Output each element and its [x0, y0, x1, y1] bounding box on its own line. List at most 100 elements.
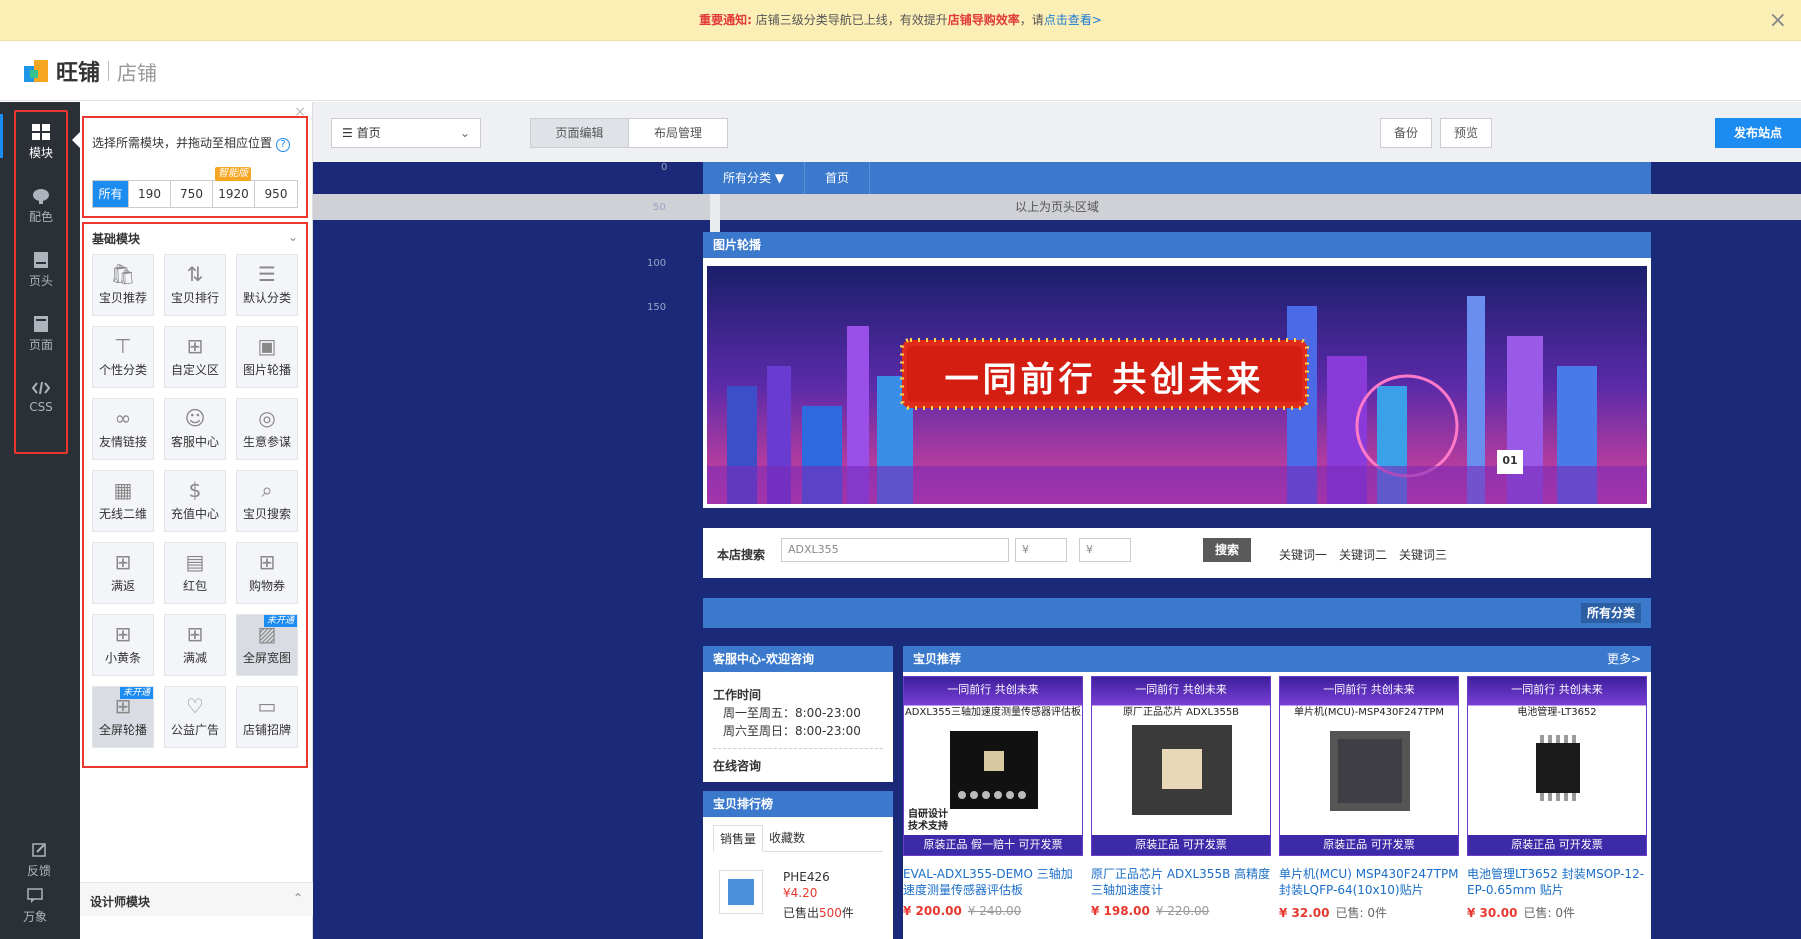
module-panel: × 选择所需模块，并拖动至相应位置? 所有 190 750 智能版 1920 95…: [72, 102, 313, 939]
search-button[interactable]: 搜索: [1203, 538, 1251, 562]
grid-icon: [32, 124, 50, 140]
search-label: 本店搜索: [717, 548, 766, 562]
banner-image: 一同前行 共创未来 01: [707, 266, 1647, 504]
module-item[interactable]: ⊤ 个性分类: [92, 326, 154, 388]
nav-home[interactable]: 首页: [805, 162, 871, 194]
section-title: 基础模块: [92, 232, 141, 246]
module-title: 宝贝推荐 更多>: [903, 646, 1651, 672]
carousel-module[interactable]: 图片轮播 一同前行 共创未来 01: [703, 232, 1651, 508]
filter-all[interactable]: 所有: [93, 181, 129, 207]
filter-1920[interactable]: 智能版 1920: [213, 167, 255, 207]
module-title: 图片轮播: [703, 232, 1651, 258]
app-header: 旺铺 店铺: [0, 41, 1801, 101]
rail-item-feedback[interactable]: 反馈: [12, 842, 66, 879]
carousel-index[interactable]: 01: [1497, 454, 1523, 467]
module-item[interactable]: ♡ 公益广告: [164, 686, 226, 748]
category-icon: ☰: [258, 262, 276, 286]
product-image[interactable]: 一同前行 共创未来 ADXL355三轴加速度测量传感器评估板 自研设计 技术支持…: [903, 676, 1083, 856]
page-select[interactable]: ☰ 首页 ⌄: [331, 118, 481, 148]
product-image[interactable]: 一同前行 共创未来 电池管理-LT3652 原装正品 可开发票: [1467, 676, 1647, 856]
module-item[interactable]: ☺ 客服中心: [164, 398, 226, 460]
product-name[interactable]: 原厂正品芯片 ADXL355B 高精度三轴加速度计: [1091, 866, 1271, 898]
backup-button[interactable]: 备份: [1380, 118, 1432, 148]
filter-950[interactable]: 950: [255, 181, 297, 207]
rank-item[interactable]: PHE426 ¥4.20 已售出500件: [703, 866, 893, 926]
page-header-area: 以上为页头区域: [313, 194, 1801, 220]
module-title: 宝贝排行榜: [703, 791, 893, 817]
keyword-link[interactable]: 关键词三: [1399, 546, 1447, 563]
rail-item-label: 万象: [22, 910, 47, 924]
product-name[interactable]: 电池管理LT3652 封装MSOP-12-EP-0.65mm 贴片: [1467, 866, 1647, 898]
price-max-input[interactable]: ¥: [1079, 538, 1131, 562]
online-consult[interactable]: 在线咨询: [713, 757, 883, 775]
price-min-input[interactable]: ¥: [1015, 538, 1067, 562]
product-image[interactable]: 一同前行 共创未来 原厂正品芯片 ADXL355B 原装正品 可开发票: [1091, 676, 1271, 856]
rail-item-wanxiang[interactable]: 万象: [8, 888, 62, 925]
product-card[interactable]: 一同前行 共创未来 单片机(MCU)-MSP430F247TPM 原装正品 可开…: [1279, 676, 1459, 921]
module-item[interactable]: ▦ 无线二维: [92, 470, 154, 532]
brand-sub: 店铺: [117, 60, 158, 85]
chevron-down-icon[interactable]: ⌄: [288, 230, 298, 244]
tab-page-edit[interactable]: 页面编辑: [531, 119, 629, 147]
module-item[interactable]: ▭ 店铺招牌: [236, 686, 298, 748]
publish-button[interactable]: 发布站点: [1715, 118, 1801, 148]
module-item[interactable]: 未开通 ▨ 全屏宽图: [236, 614, 298, 676]
product-card[interactable]: 一同前行 共创未来 原厂正品芯片 ADXL355B 原装正品 可开发票 原厂正品…: [1091, 676, 1271, 921]
ruler-label: 100: [647, 258, 667, 269]
module-item[interactable]: ⌕ 宝贝搜索: [236, 470, 298, 532]
help-icon[interactable]: ?: [276, 138, 291, 152]
module-item[interactable]: 🛍 宝贝推荐: [92, 254, 154, 316]
module-item[interactable]: ∞ 友情链接: [92, 398, 154, 460]
rank-module[interactable]: 宝贝排行榜 销售量 收藏数 PHE426 ¥4.20 已售出500件: [703, 791, 893, 939]
product-name[interactable]: 单片机(MCU) MSP430F247TPM 封装LQFP-64(10x10)贴…: [1279, 866, 1459, 898]
tab-sales[interactable]: 销售量: [713, 825, 764, 852]
rail-item-modules[interactable]: 模块: [14, 124, 68, 161]
preview-button[interactable]: 预览: [1440, 118, 1492, 148]
notice-link[interactable]: 点击查看>: [1044, 13, 1102, 27]
service-module[interactable]: 客服中心-欢迎咨询 工作时间 周一至周五：8:00-23:00 周六至周日：8:…: [703, 646, 893, 782]
grid-icon: ⊞: [258, 550, 276, 574]
close-icon[interactable]: ×: [1769, 0, 1787, 41]
module-item[interactable]: ⊞ 自定义区: [164, 326, 226, 388]
all-categories-button[interactable]: 所有分类: [1580, 603, 1641, 623]
module-item[interactable]: ◎ 生意参谋: [236, 398, 298, 460]
filter-750[interactable]: 750: [171, 181, 213, 207]
module-item[interactable]: $ 充值中心: [164, 470, 226, 532]
chat-icon: [27, 888, 43, 903]
rail-item-header[interactable]: 页头: [14, 252, 68, 289]
nav-all-categories[interactable]: 所有分类 ▼: [703, 162, 806, 194]
tab-favorites[interactable]: 收藏数: [763, 825, 811, 851]
module-item[interactable]: ⊞ 购物券: [236, 542, 298, 604]
module-item[interactable]: ⊞ 满减: [164, 614, 226, 676]
product-name[interactable]: PHE426: [783, 870, 830, 884]
product-thumbnail[interactable]: [719, 870, 763, 914]
filter-190[interactable]: 190: [129, 181, 171, 207]
module-item[interactable]: ☰ 默认分类: [236, 254, 298, 316]
more-link[interactable]: 更多>: [1607, 646, 1641, 672]
module-item[interactable]: 未开通 ⊞ 全屏轮播: [92, 686, 154, 748]
module-item[interactable]: ⇅ 宝贝排行: [164, 254, 226, 316]
keyword-link[interactable]: 关键词一: [1279, 546, 1327, 563]
rail-item-css[interactable]: CSS: [14, 380, 68, 414]
tab-layout-manage[interactable]: 布局管理: [629, 119, 727, 147]
weekday-hours: 周一至周五：8:00-23:00: [723, 706, 861, 720]
module-item[interactable]: ▤ 红包: [164, 542, 226, 604]
recommend-module[interactable]: 宝贝推荐 更多> 一同前行 共创未来 ADXL355三轴加速度测量传感器评估板 自…: [903, 646, 1651, 939]
keyword-link[interactable]: 关键词二: [1339, 546, 1387, 563]
module-item[interactable]: ⊞ 满返: [92, 542, 154, 604]
module-item[interactable]: ⊞ 小黄条: [92, 614, 154, 676]
logo[interactable]: 旺铺 店铺: [24, 55, 157, 87]
module-item[interactable]: ▣ 图片轮播: [236, 326, 298, 388]
chevron-down-icon: ⌄: [459, 126, 470, 140]
rail-item-label: CSS: [29, 400, 53, 414]
product-card[interactable]: 一同前行 共创未来 ADXL355三轴加速度测量传感器评估板 自研设计 技术支持…: [903, 676, 1083, 921]
rail-item-colors[interactable]: 配色: [14, 188, 68, 225]
chevron-up-icon[interactable]: ⌃: [293, 891, 303, 905]
rail-item-page[interactable]: 页面: [14, 316, 68, 353]
product-name[interactable]: EVAL-ADXL355-DEMO 三轴加速度测量传感器评估板: [903, 866, 1083, 898]
product-card[interactable]: 一同前行 共创未来 电池管理-LT3652 原装正品 可开发票 电池管理LT36…: [1467, 676, 1647, 921]
grid-icon: ⊞: [114, 550, 132, 574]
designer-modules[interactable]: 设计师模块 ⌃: [80, 882, 313, 916]
search-input[interactable]: ADXL355: [781, 538, 1009, 562]
product-image[interactable]: 一同前行 共创未来 单片机(MCU)-MSP430F247TPM 原装正品 可开…: [1279, 676, 1459, 856]
